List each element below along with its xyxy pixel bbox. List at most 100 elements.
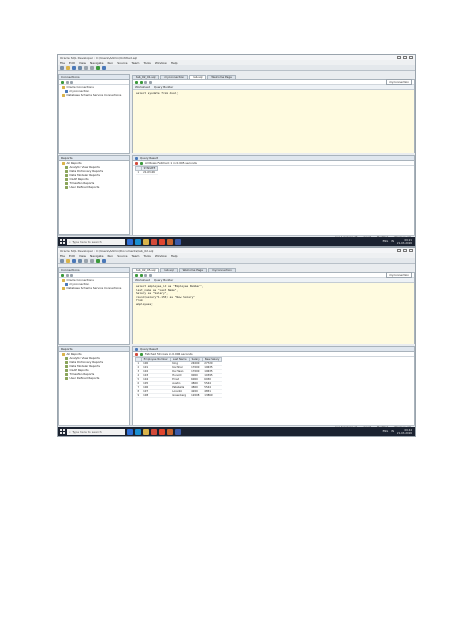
menu-help[interactable]: Help	[171, 254, 178, 258]
redo-icon[interactable]	[90, 65, 94, 70]
edge-icon[interactable]	[135, 238, 141, 245]
add-connection-icon[interactable]	[61, 273, 64, 277]
report-item[interactable]: User Defined Reports	[59, 185, 129, 189]
column-header[interactable]: Last Name	[169, 357, 190, 362]
windows-logo-icon[interactable]	[60, 429, 65, 434]
run-script-icon[interactable]	[139, 273, 143, 277]
menu-team[interactable]: Team	[132, 254, 140, 258]
run-icon[interactable]	[96, 65, 100, 70]
menu-run[interactable]: Run	[107, 61, 113, 65]
tray-language[interactable]: ENG	[383, 240, 389, 243]
file-explorer-icon[interactable]	[143, 238, 149, 245]
run-statement-icon[interactable]	[135, 273, 138, 277]
close-button[interactable]	[409, 249, 413, 252]
column-header[interactable]: Employee Number	[140, 357, 171, 362]
maximize-button[interactable]	[403, 249, 407, 252]
pin-icon[interactable]	[135, 161, 138, 165]
filter-icon[interactable]	[70, 273, 73, 277]
menu-window[interactable]: Window	[155, 61, 167, 65]
column-header[interactable]: New Salary	[201, 357, 223, 362]
rollback-icon[interactable]	[148, 80, 152, 84]
tab-query-builder[interactable]: Query Builder	[154, 278, 173, 282]
save-all-icon[interactable]	[78, 258, 82, 263]
commit-icon[interactable]	[144, 80, 147, 84]
table-row[interactable]: 1 21-03-06	[135, 170, 158, 175]
menu-help[interactable]: Help	[171, 61, 178, 65]
open-folder-icon[interactable]	[66, 258, 70, 263]
menu-tools[interactable]: Tools	[143, 61, 150, 65]
menu-view[interactable]: View	[79, 61, 86, 65]
menu-file[interactable]: File	[60, 61, 65, 65]
tab-query-result[interactable]: Query Result	[140, 347, 158, 351]
minimize-button[interactable]	[397, 56, 401, 59]
word-icon[interactable]	[175, 238, 181, 245]
clock[interactable]: 09:21 21-03-2026	[397, 239, 412, 245]
sql-developer-icon[interactable]	[167, 428, 173, 435]
menu-source[interactable]: Source	[117, 61, 127, 65]
refresh-icon[interactable]	[140, 161, 143, 165]
add-connection-icon[interactable]	[61, 80, 64, 84]
menu-edit[interactable]: Edit	[69, 254, 75, 258]
refresh-icon[interactable]	[140, 352, 143, 356]
refresh-icon[interactable]	[65, 273, 69, 277]
menu-edit[interactable]: Edit	[69, 61, 75, 65]
database-icon[interactable]	[102, 258, 106, 263]
new-file-icon[interactable]	[60, 258, 64, 263]
connection-selector[interactable]: myconnection	[386, 79, 412, 85]
refresh-icon[interactable]	[65, 80, 69, 84]
taskbar-search[interactable]: ⌕ Type here to search	[67, 238, 125, 245]
menu-window[interactable]: Window	[155, 254, 167, 258]
task-view-icon[interactable]	[127, 428, 133, 435]
menu-navigate[interactable]: Navigate	[90, 254, 103, 258]
edge-icon[interactable]	[135, 428, 141, 435]
clock[interactable]: 09:44 21-03-2026	[397, 429, 412, 435]
menu-view[interactable]: View	[79, 254, 86, 258]
database-icon[interactable]	[102, 65, 106, 70]
tab-query-result[interactable]: Query Result	[140, 156, 158, 160]
redo-icon[interactable]	[90, 258, 94, 263]
run-statement-icon[interactable]	[135, 80, 138, 84]
save-icon[interactable]	[72, 258, 76, 263]
tab-query-builder[interactable]: Query Builder	[154, 85, 173, 89]
office-icon[interactable]	[159, 428, 165, 435]
new-file-icon[interactable]	[60, 65, 64, 70]
pin-icon[interactable]	[135, 352, 138, 356]
close-button[interactable]	[409, 56, 413, 59]
sql-developer-icon[interactable]	[167, 238, 173, 245]
commit-icon[interactable]	[144, 273, 147, 277]
chrome-icon[interactable]	[151, 428, 157, 435]
maximize-button[interactable]	[403, 56, 407, 59]
tab-worksheet[interactable]: Worksheet	[135, 278, 150, 282]
menu-file[interactable]: File	[60, 254, 65, 258]
menu-team[interactable]: Team	[132, 61, 140, 65]
save-icon[interactable]	[72, 65, 76, 70]
menu-navigate[interactable]: Navigate	[90, 61, 103, 65]
word-icon[interactable]	[175, 428, 181, 435]
minimize-button[interactable]	[397, 249, 401, 252]
run-script-icon[interactable]	[139, 80, 143, 84]
connection-selector[interactable]: myconnection	[386, 272, 412, 278]
code-editor[interactable]: select employee_id as "Employee Number",…	[133, 283, 414, 344]
rollback-icon[interactable]	[148, 273, 152, 277]
chrome-icon[interactable]	[151, 238, 157, 245]
report-item[interactable]: User Defined Reports	[59, 376, 129, 380]
tab-worksheet[interactable]: Worksheet	[135, 85, 150, 89]
tree-schema-service[interactable]: Database Schema Service Connections	[59, 286, 129, 290]
table-row[interactable]: 9 108 Greenberg 12008 13869	[135, 393, 222, 398]
menu-run[interactable]: Run	[107, 254, 113, 258]
tray-language[interactable]: ENG	[383, 430, 389, 433]
undo-icon[interactable]	[84, 65, 88, 70]
undo-icon[interactable]	[84, 258, 88, 263]
menu-tools[interactable]: Tools	[143, 254, 150, 258]
taskbar-search[interactable]: ⌕ Type here to search	[67, 428, 125, 435]
tree-schema-service[interactable]: Database Schema Service Connections	[59, 93, 129, 97]
run-icon[interactable]	[96, 258, 100, 263]
filter-icon[interactable]	[70, 80, 73, 84]
code-editor[interactable]: select sysdate from dual;	[133, 90, 414, 153]
save-all-icon[interactable]	[78, 65, 82, 70]
open-folder-icon[interactable]	[66, 65, 70, 70]
windows-logo-icon[interactable]	[60, 239, 65, 244]
task-view-icon[interactable]	[127, 238, 133, 245]
file-explorer-icon[interactable]	[143, 428, 149, 435]
menu-source[interactable]: Source	[117, 254, 127, 258]
